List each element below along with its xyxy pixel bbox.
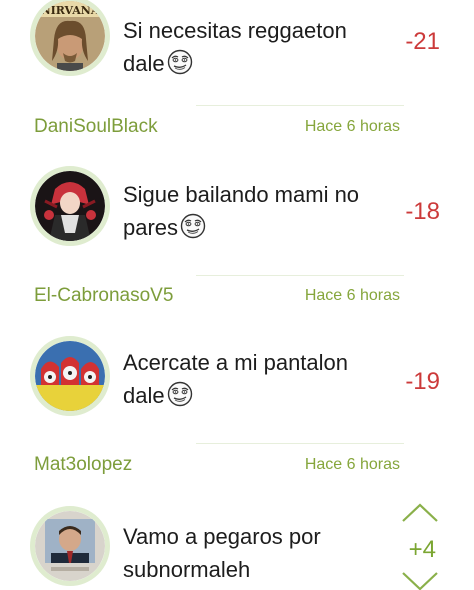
comment-body: Sigue bailando mami no pares xyxy=(123,182,360,240)
timestamp: Hace 6 horas xyxy=(304,287,400,304)
avatar-image xyxy=(35,511,105,581)
divider xyxy=(196,105,404,106)
avatar-image xyxy=(35,171,105,241)
me-gusta-face-icon xyxy=(167,381,193,407)
divider xyxy=(196,275,404,276)
username[interactable]: Mat3olopez xyxy=(34,454,132,476)
comment-meta: El-CabronasoV5 Hace 6 horas xyxy=(0,285,474,311)
avatar-image xyxy=(35,341,105,411)
score: +4 xyxy=(408,536,436,563)
timestamp: Hace 6 horas xyxy=(304,456,400,473)
avatar[interactable] xyxy=(30,336,110,416)
score: -19 xyxy=(405,368,440,395)
username[interactable]: DaniSoulBlack xyxy=(34,116,158,138)
comment-text: Vamo a pegaros por subnormaleh xyxy=(123,520,373,586)
comment-meta: DaniSoulBlack Hace 6 horas xyxy=(0,116,474,142)
comment-text: Acercate a mi pantalon dale xyxy=(123,346,373,412)
comment-meta: Mat3olopez Hace 6 horas xyxy=(0,454,474,480)
avatar-lettering: NIRVANA xyxy=(41,4,100,17)
timestamp: Hace 6 horas xyxy=(304,118,400,135)
comment-text: Si necesitas reggaeton dale xyxy=(123,14,373,80)
avatar[interactable] xyxy=(30,166,110,246)
comment-body: Acercate a mi pantalon dale xyxy=(123,350,349,408)
me-gusta-face-icon xyxy=(167,49,193,75)
username[interactable]: El-CabronasoV5 xyxy=(34,285,173,307)
avatar-image: NIRVANA xyxy=(35,1,105,71)
chevron-up-icon[interactable] xyxy=(400,502,440,524)
avatar[interactable] xyxy=(30,506,110,586)
comment-text: Sigue bailando mami no pares xyxy=(123,178,373,244)
chevron-down-icon[interactable] xyxy=(400,570,440,590)
avatar[interactable]: NIRVANA xyxy=(30,0,110,76)
comment-body: Si necesitas reggaeton dale xyxy=(123,18,347,76)
comment-feed: NIRVANA Si necesitas reggaeton dale -21 … xyxy=(0,0,474,590)
score: -21 xyxy=(405,28,440,55)
me-gusta-face-icon xyxy=(180,213,206,239)
comment-body: Vamo a pegaros por subnormaleh xyxy=(123,524,321,582)
divider xyxy=(196,443,404,444)
score: -18 xyxy=(405,198,440,225)
